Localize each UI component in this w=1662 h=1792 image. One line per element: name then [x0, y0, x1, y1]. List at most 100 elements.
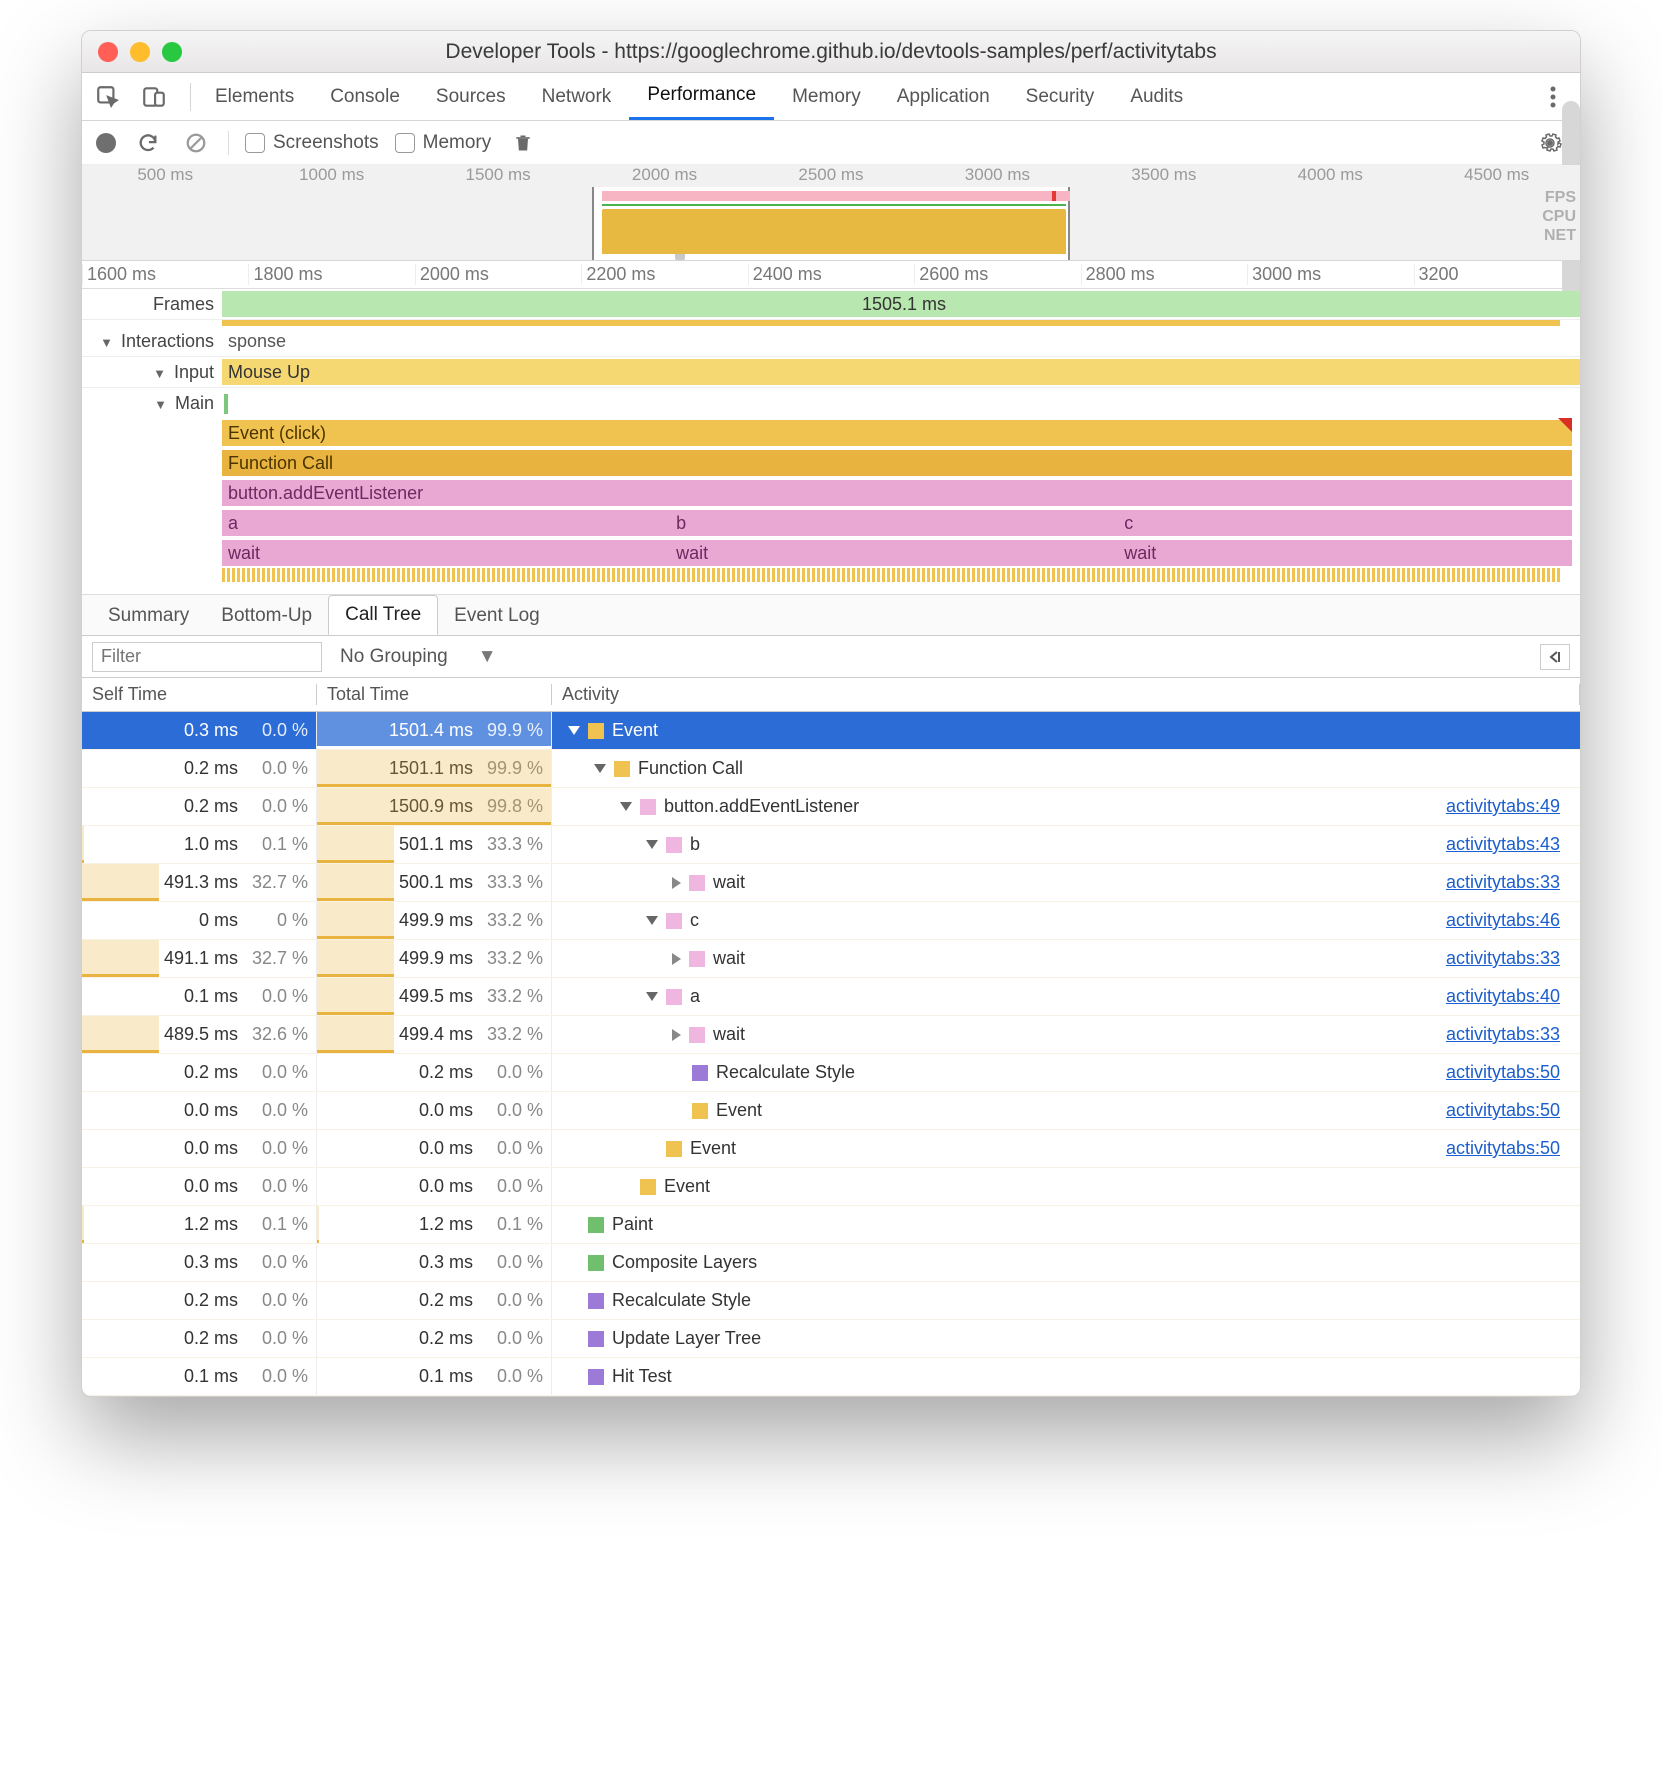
source-link[interactable]: activitytabs:50 — [1446, 1138, 1580, 1159]
drawer-tab-call-tree[interactable]: Call Tree — [328, 595, 438, 635]
tab-memory[interactable]: Memory — [774, 73, 879, 120]
collapse-icon[interactable] — [646, 916, 658, 925]
collapse-icon[interactable] — [646, 840, 658, 849]
collapse-icon[interactable] — [646, 992, 658, 1001]
zoom-window-button[interactable] — [162, 42, 182, 62]
screenshots-checkbox[interactable]: Screenshots — [245, 132, 379, 154]
function-call-bar[interactable]: Function Call — [222, 450, 1572, 476]
expand-icon[interactable] — [672, 877, 681, 889]
table-row[interactable]: 0 ms0 %499.9 ms33.2 %cactivitytabs:46 — [82, 902, 1580, 940]
table-row[interactable]: 0.3 ms0.0 %1501.4 ms99.9 %Event — [82, 712, 1580, 750]
source-link[interactable]: activitytabs:43 — [1446, 834, 1580, 855]
activity-name: Composite Layers — [612, 1252, 757, 1273]
memory-checkbox[interactable]: Memory — [395, 132, 492, 154]
overview-timeline[interactable]: 500 ms1000 ms1500 ms2000 ms2500 ms3000 m… — [82, 165, 1580, 261]
drawer-tab-event-log[interactable]: Event Log — [438, 597, 556, 635]
listener-bar[interactable]: button.addEventListener — [222, 480, 1572, 506]
expand-icon[interactable] — [672, 1029, 681, 1041]
clear-icon[interactable] — [180, 127, 212, 159]
activity-cell: Eventactivitytabs:50 — [552, 1130, 1580, 1167]
category-swatch — [692, 1103, 708, 1119]
wait-bar[interactable]: wait — [1118, 540, 1572, 566]
wait-bar[interactable]: wait — [670, 540, 1118, 566]
source-link[interactable]: activitytabs:49 — [1446, 796, 1580, 817]
drawer-tab-summary[interactable]: Summary — [92, 597, 205, 635]
table-row[interactable]: 0.0 ms0.0 %0.0 ms0.0 %Eventactivitytabs:… — [82, 1130, 1580, 1168]
record-button[interactable] — [96, 133, 116, 153]
call-tree-table: 0.3 ms0.0 %1501.4 ms99.9 %Event0.2 ms0.0… — [82, 712, 1580, 1396]
table-row[interactable]: 491.3 ms32.7 %500.1 ms33.3 %waitactivity… — [82, 864, 1580, 902]
tab-elements[interactable]: Elements — [197, 73, 312, 120]
source-link[interactable]: activitytabs:33 — [1446, 872, 1580, 893]
table-row[interactable]: 0.2 ms0.0 %0.2 ms0.0 %Recalculate Stylea… — [82, 1054, 1580, 1092]
flame-chart[interactable]: Event (click) Function Call button.addEv… — [222, 418, 1580, 568]
table-row[interactable]: 0.2 ms0.0 %0.2 ms0.0 %Update Layer Tree — [82, 1320, 1580, 1358]
fn-b-bar[interactable]: b — [670, 510, 1118, 536]
tab-network[interactable]: Network — [524, 73, 630, 120]
tab-application[interactable]: Application — [879, 73, 1008, 120]
activity-name: Recalculate Style — [716, 1062, 855, 1083]
table-row[interactable]: 0.2 ms0.0 %1500.9 ms99.8 %button.addEven… — [82, 788, 1580, 826]
reload-record-icon[interactable] — [132, 127, 164, 159]
fn-c-bar[interactable]: c — [1118, 510, 1572, 536]
detail-time-ruler[interactable]: 1600 ms1800 ms2000 ms2200 ms2400 ms2600 … — [82, 261, 1580, 289]
activity-cell: Paint — [552, 1206, 1580, 1243]
detail-tick: 2200 ms — [581, 264, 747, 285]
table-row[interactable]: 489.5 ms32.6 %499.4 ms33.2 %waitactivity… — [82, 1016, 1580, 1054]
table-row[interactable]: 0.2 ms0.0 %1501.1 ms99.9 %Function Call — [82, 750, 1580, 788]
category-swatch — [588, 1255, 604, 1271]
table-row[interactable]: 491.1 ms32.7 %499.9 ms33.2 %waitactivity… — [82, 940, 1580, 978]
activity-cell: waitactivitytabs:33 — [552, 864, 1580, 901]
source-link[interactable]: activitytabs:50 — [1446, 1100, 1580, 1121]
tab-performance[interactable]: Performance — [629, 73, 774, 120]
interactions-label[interactable]: Interactions — [82, 326, 222, 356]
table-row[interactable]: 0.3 ms0.0 %0.3 ms0.0 %Composite Layers — [82, 1244, 1580, 1282]
table-row[interactable]: 0.2 ms0.0 %0.2 ms0.0 %Recalculate Style — [82, 1282, 1580, 1320]
expand-icon[interactable] — [672, 953, 681, 965]
source-link[interactable]: activitytabs:40 — [1446, 986, 1580, 1007]
mouseup-bar[interactable]: Mouse Up — [222, 359, 1580, 385]
source-link[interactable]: activitytabs:46 — [1446, 910, 1580, 931]
collapse-icon[interactable] — [568, 726, 580, 735]
source-link[interactable]: activitytabs:50 — [1446, 1062, 1580, 1083]
source-link[interactable]: activitytabs:33 — [1446, 948, 1580, 969]
wait-bar[interactable]: wait — [222, 540, 670, 566]
frame-bar[interactable]: 1505.1 ms — [222, 291, 1580, 317]
tab-security[interactable]: Security — [1008, 73, 1113, 120]
heaviest-stack-toggle[interactable] — [1540, 644, 1570, 670]
drawer-tab-bottom-up[interactable]: Bottom-Up — [205, 597, 328, 635]
input-label[interactable]: Input — [82, 357, 222, 387]
main-label[interactable]: Main — [82, 388, 222, 418]
grouping-select[interactable]: No Grouping ▼ — [340, 646, 497, 668]
minimize-window-button[interactable] — [130, 42, 150, 62]
close-window-button[interactable] — [98, 42, 118, 62]
inspect-icon[interactable] — [92, 81, 124, 113]
source-link[interactable]: activitytabs:33 — [1446, 1024, 1580, 1045]
performance-toolbar: Screenshots Memory — [82, 121, 1580, 165]
collapse-icon[interactable] — [620, 802, 632, 811]
filter-input[interactable] — [92, 642, 322, 672]
col-self-time[interactable]: Self Time — [82, 684, 317, 705]
tab-audits[interactable]: Audits — [1112, 73, 1201, 120]
category-swatch — [666, 913, 682, 929]
col-activity[interactable]: Activity — [552, 684, 1580, 705]
tab-console[interactable]: Console — [312, 73, 418, 120]
main-tabs: ElementsConsoleSourcesNetworkPerformance… — [82, 73, 1580, 121]
trash-icon[interactable] — [507, 127, 539, 159]
detail-tick: 2600 ms — [914, 264, 1080, 285]
detail-tick: 2800 ms — [1081, 264, 1247, 285]
table-row[interactable]: 0.1 ms0.0 %0.1 ms0.0 %Hit Test — [82, 1358, 1580, 1396]
table-row[interactable]: 1.2 ms0.1 %1.2 ms0.1 %Paint — [82, 1206, 1580, 1244]
table-row[interactable]: 1.0 ms0.1 %501.1 ms33.3 %bactivitytabs:4… — [82, 826, 1580, 864]
table-row[interactable]: 0.1 ms0.0 %499.5 ms33.2 %aactivitytabs:4… — [82, 978, 1580, 1016]
col-total-time[interactable]: Total Time — [317, 684, 552, 705]
event-click-bar[interactable]: Event (click) — [222, 420, 1572, 446]
fn-a-bar[interactable]: a — [222, 510, 670, 536]
table-row[interactable]: 0.0 ms0.0 %0.0 ms0.0 %Eventactivitytabs:… — [82, 1092, 1580, 1130]
table-row[interactable]: 0.0 ms0.0 %0.0 ms0.0 %Event — [82, 1168, 1580, 1206]
activity-name: wait — [713, 948, 745, 969]
activity-cell: waitactivitytabs:33 — [552, 1016, 1580, 1053]
collapse-icon[interactable] — [594, 764, 606, 773]
device-toolbar-icon[interactable] — [138, 81, 170, 113]
tab-sources[interactable]: Sources — [418, 73, 524, 120]
